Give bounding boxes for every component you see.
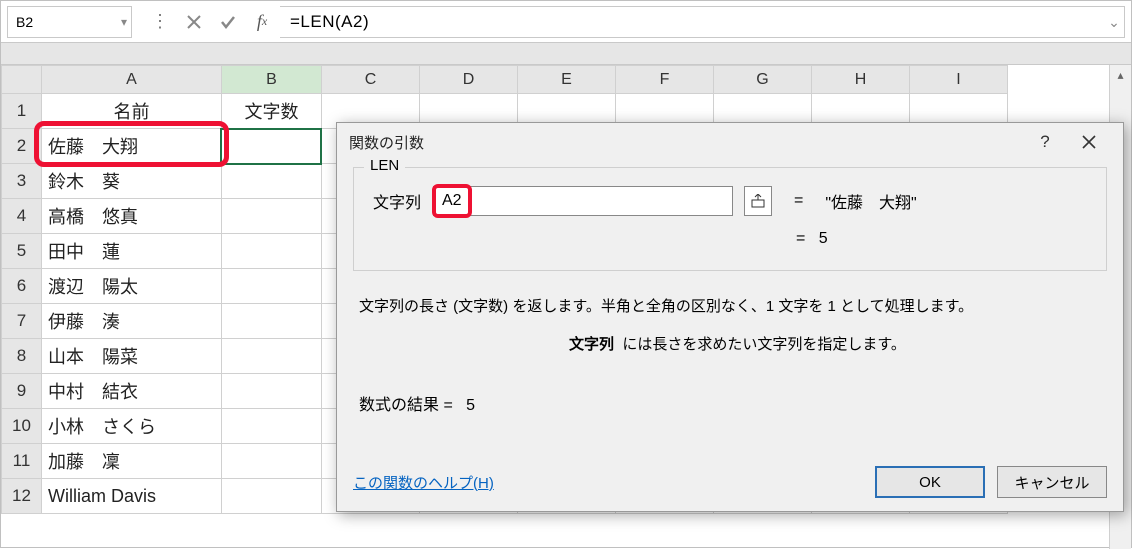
cell[interactable]: 鈴木 葵 xyxy=(42,164,222,199)
formula-result-value: 5 xyxy=(466,397,475,414)
cell[interactable]: 高橋 悠真 xyxy=(42,199,222,234)
col-header-E[interactable]: E xyxy=(518,66,616,94)
row-header[interactable]: 11 xyxy=(2,444,42,479)
formula-input[interactable]: =LEN(A2) xyxy=(280,6,1125,38)
dialog-titlebar[interactable]: 関数の引数 ? xyxy=(337,123,1123,161)
col-header-H[interactable]: H xyxy=(812,66,910,94)
col-header-I[interactable]: I xyxy=(910,66,1008,94)
confirm-formula-button[interactable] xyxy=(212,6,244,38)
cell[interactable] xyxy=(222,304,322,339)
formula-bar: B2 ▾ ⋮ fx =LEN(A2) ⌄ xyxy=(1,1,1131,43)
arg1-value: A2 xyxy=(442,192,462,210)
close-icon xyxy=(1082,135,1096,149)
cell[interactable] xyxy=(222,444,322,479)
row-header[interactable]: 12 xyxy=(2,479,42,514)
arg1-evaluated: "佐藤 大翔" xyxy=(825,189,916,213)
row-header[interactable]: 1 xyxy=(2,94,42,129)
col-header-F[interactable]: F xyxy=(616,66,714,94)
cell[interactable]: 山本 陽菜 xyxy=(42,339,222,374)
cell[interactable]: 佐藤 大翔 xyxy=(42,129,222,164)
formula-text: =LEN(A2) xyxy=(290,12,369,32)
check-icon xyxy=(220,14,236,30)
desc-line-1: 文字列の長さ (文字数) を返します。半角と全角の区別なく、1 文字を 1 とし… xyxy=(359,295,1101,319)
row-header[interactable]: 4 xyxy=(2,199,42,234)
column-header-row: A B C D E F G H I xyxy=(2,66,1008,94)
col-header-B[interactable]: B xyxy=(222,66,322,94)
cell[interactable]: 中村 結衣 xyxy=(42,374,222,409)
cell[interactable] xyxy=(222,129,322,164)
ok-button[interactable]: OK xyxy=(875,466,985,498)
col-header-D[interactable]: D xyxy=(420,66,518,94)
row-header[interactable]: 10 xyxy=(2,409,42,444)
fx-button[interactable]: fx xyxy=(246,6,278,38)
equals-sign: = xyxy=(794,192,803,210)
col-header-A[interactable]: A xyxy=(42,66,222,94)
select-all-corner[interactable] xyxy=(2,66,42,94)
cell[interactable]: 加藤 凜 xyxy=(42,444,222,479)
name-box-value: B2 xyxy=(16,14,33,30)
cell[interactable]: 田中 蓮 xyxy=(42,234,222,269)
fb-more-icon[interactable]: ⋮ xyxy=(144,6,176,38)
range-select-icon xyxy=(751,194,765,208)
cell[interactable] xyxy=(222,269,322,304)
scroll-up-icon[interactable]: ▴ xyxy=(1110,65,1131,85)
desc-arg-name: 文字列 xyxy=(569,336,614,353)
close-button[interactable] xyxy=(1067,124,1111,160)
cancel-button[interactable]: キャンセル xyxy=(997,466,1107,498)
name-box[interactable]: B2 ▾ xyxy=(7,6,132,38)
arguments-group: LEN 文字列 A2 = "佐藤 大翔" = xyxy=(353,167,1107,271)
cell[interactable]: 伊藤 湊 xyxy=(42,304,222,339)
dialog-title-text: 関数の引数 xyxy=(349,132,424,153)
function-name-label: LEN xyxy=(364,157,405,174)
row-header[interactable]: 2 xyxy=(2,129,42,164)
function-arguments-dialog: 関数の引数 ? LEN 文字列 A2 xyxy=(336,122,1124,512)
row-header[interactable]: 3 xyxy=(2,164,42,199)
collapse-dialog-button[interactable] xyxy=(744,186,772,216)
cell[interactable]: William Davis xyxy=(42,479,222,514)
row-header[interactable]: 8 xyxy=(2,339,42,374)
help-button[interactable]: ? xyxy=(1023,124,1067,160)
row-header[interactable]: 7 xyxy=(2,304,42,339)
annotation-highlight-arg1: A2 xyxy=(432,184,472,218)
row-header[interactable]: 9 xyxy=(2,374,42,409)
cell[interactable]: 文字数 xyxy=(222,94,322,129)
cancel-formula-button[interactable] xyxy=(178,6,210,38)
formula-result-label: 数式の結果 = xyxy=(359,397,453,414)
arg1-input[interactable]: A2 xyxy=(433,186,733,216)
desc-arg-text: には長さを求めたい文字列を指定します。 xyxy=(622,336,906,353)
equals-sign-2: = xyxy=(796,230,814,247)
cell[interactable]: 名前 xyxy=(42,94,222,129)
cell[interactable] xyxy=(222,234,322,269)
chevron-down-icon[interactable]: ▾ xyxy=(121,15,127,29)
cell[interactable] xyxy=(222,479,322,514)
cell[interactable] xyxy=(222,164,322,199)
ribbon-collapse-strip xyxy=(1,43,1131,65)
fn-result-preview: 5 xyxy=(819,230,828,247)
cell[interactable] xyxy=(222,199,322,234)
x-icon xyxy=(186,14,202,30)
function-description: 文字列の長さ (文字数) を返します。半角と全角の区別なく、1 文字を 1 とし… xyxy=(353,295,1107,357)
cell[interactable] xyxy=(222,409,322,444)
function-help-link[interactable]: この関数のヘルプ(H) xyxy=(353,472,494,493)
col-header-G[interactable]: G xyxy=(714,66,812,94)
col-header-C[interactable]: C xyxy=(322,66,420,94)
cell[interactable] xyxy=(222,374,322,409)
expand-formula-bar-button[interactable]: ⌄ xyxy=(1103,9,1125,35)
row-header[interactable]: 5 xyxy=(2,234,42,269)
arg1-label: 文字列 xyxy=(366,189,421,213)
cell[interactable]: 小林 さくら xyxy=(42,409,222,444)
cell[interactable]: 渡辺 陽太 xyxy=(42,269,222,304)
row-header[interactable]: 6 xyxy=(2,269,42,304)
cell[interactable] xyxy=(222,339,322,374)
